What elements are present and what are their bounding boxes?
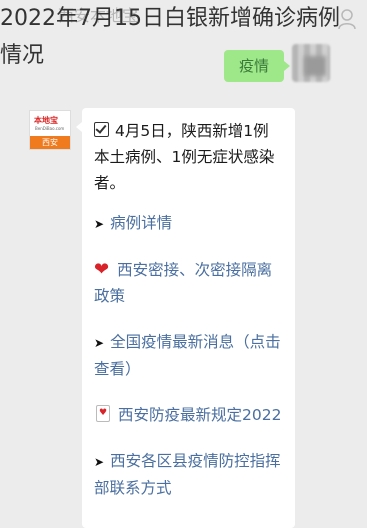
message-link-isolation-policy[interactable]: ❤ 西安密接、次密接隔离政策: [94, 257, 283, 309]
link-text[interactable]: 西安各区县疫情防控指挥部联系方式: [94, 452, 281, 497]
page-headline: 2022年7月15日白银新增确诊病例情况: [0, 6, 340, 68]
checkbox-icon: [94, 122, 109, 137]
arrow-right-icon: ➤: [94, 455, 105, 469]
logo-domain-text: BenDiBao.com: [35, 126, 65, 131]
message-text: 4月5日，陕西新增1例本土病例、1例无症状感染者。: [94, 122, 275, 192]
bot-avatar[interactable]: 本地宝 BenDiBao.com 西安: [29, 110, 71, 150]
message-link-district-contacts[interactable]: ➤ 西安各区县疫情防控指挥部联系方式: [94, 448, 283, 501]
message-link-case-details[interactable]: ➤ 病例详情: [94, 210, 283, 237]
message-summary: 4月5日，陕西新增1例本土病例、1例无症状感染者。: [94, 118, 283, 196]
link-text[interactable]: 西安防疫最新规定2022: [118, 406, 281, 424]
link-text[interactable]: 病例详情: [110, 214, 172, 232]
logo-brand-text: 本地宝: [34, 116, 58, 125]
link-text[interactable]: 全国疫情最新消息（点击查看）: [94, 333, 281, 378]
heart-icon: ❤: [94, 259, 110, 280]
bot-message-bubble: 4月5日，陕西新增1例本土病例、1例无症状感染者。 ➤ 病例详情 ❤ 西安密接、次密…: [76, 108, 295, 528]
heart-card-icon: [96, 405, 110, 422]
arrow-right-icon: ➤: [94, 336, 105, 350]
logo-city-bar: 西安: [30, 136, 70, 149]
message-link-latest-rules[interactable]: 西安防疫最新规定2022: [94, 402, 283, 428]
link-text[interactable]: 西安密接、次密接隔离政策: [94, 261, 272, 305]
message-link-national-news[interactable]: ➤ 全国疫情最新消息（点击查看）: [94, 329, 283, 382]
arrow-right-icon: ➤: [94, 217, 105, 231]
